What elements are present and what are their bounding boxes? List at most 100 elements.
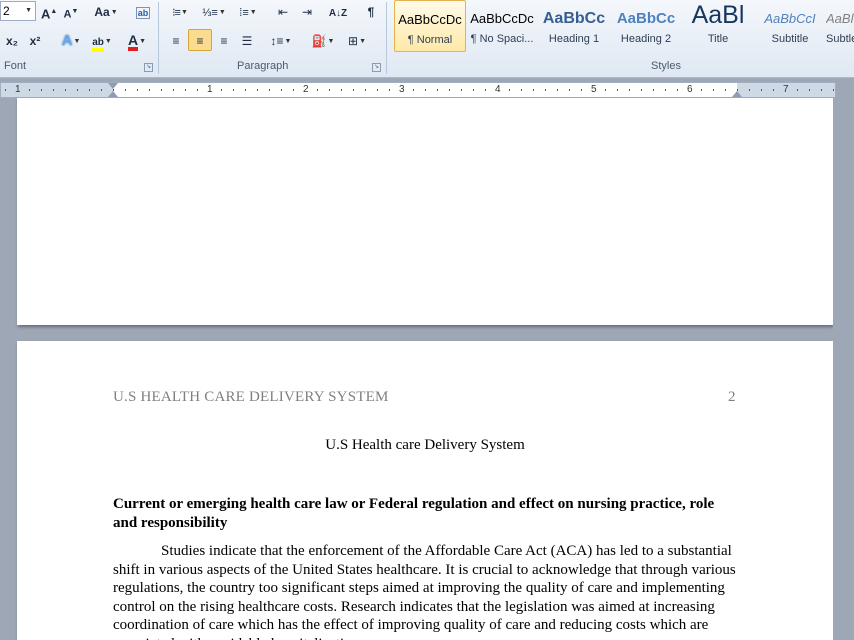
grow-font-button[interactable]: A▲ — [40, 0, 58, 22]
style-title[interactable]: AaBl Title — [682, 0, 754, 52]
section-heading: Current or emerging health care law or F… — [113, 496, 715, 531]
ruler-tick — [461, 89, 462, 91]
subscript-button[interactable]: x₂ — [2, 29, 22, 51]
ruler-number: 5 — [591, 84, 597, 95]
ruler-tick — [29, 89, 30, 91]
align-right-button[interactable]: ≡ — [213, 29, 235, 51]
ruler-tick — [101, 89, 102, 91]
ruler-number: 3 — [399, 84, 405, 95]
justify-icon: ☰ — [241, 34, 253, 48]
line-spacing-button[interactable]: ↕≡▼ — [266, 29, 296, 51]
style-sample: AaBbCc — [542, 10, 606, 27]
ruler-tick — [77, 89, 78, 91]
ruler-tick — [329, 89, 330, 91]
shading-button[interactable]: ⛽▼ — [308, 29, 338, 51]
page-number: 2 — [728, 389, 736, 405]
paint-bucket-icon: ⛽ — [311, 34, 327, 48]
ruler-tick — [377, 89, 378, 91]
highlight-button[interactable]: ab▼ — [88, 29, 116, 52]
font-color-button[interactable]: A▼ — [122, 29, 152, 51]
ruler-tick — [413, 89, 414, 91]
clear-formatting-button[interactable]: ab — [132, 0, 154, 22]
multilevel-list-icon: ⁞≡ — [239, 7, 249, 19]
style-sample: AaBl — [826, 11, 854, 26]
ruler-tick — [629, 89, 630, 91]
font-dialog-launcher-icon[interactable]: ↘ — [144, 63, 153, 72]
ruler-tick — [701, 89, 702, 91]
style-sample: AaBl — [691, 2, 745, 29]
style-sample: AaBbCcI — [764, 11, 816, 26]
superscript-icon: x² — [29, 34, 41, 48]
ruler-number: 1 — [15, 84, 21, 95]
ruler-number: 7 — [783, 84, 789, 95]
style-subtle[interactable]: AaBl Subtle — [826, 0, 854, 52]
align-right-icon: ≡ — [220, 34, 228, 48]
ruler-tick — [725, 89, 726, 91]
ruler-tick — [293, 89, 294, 91]
ruler-tick — [665, 89, 666, 91]
ruler-tick — [53, 89, 54, 91]
ruler-number: 2 — [303, 84, 309, 95]
clear-formatting-icon: ab — [135, 7, 151, 19]
page-1[interactable] — [17, 98, 833, 325]
show-formatting-marks-button[interactable]: ¶ — [360, 0, 382, 22]
text-effects-button[interactable]: A▼ — [58, 29, 84, 51]
text-effects-icon: A — [61, 32, 73, 49]
superscript-button[interactable]: x² — [25, 29, 45, 51]
numbering-button[interactable]: ⅓≡▼ — [199, 0, 229, 22]
style-no-spacing[interactable]: AaBbCcDc ¶ No Spaci... — [466, 0, 538, 52]
horizontal-ruler[interactable]: 1 1 2 3 4 5 6 7 — [0, 82, 836, 98]
first-line-indent-marker[interactable] — [108, 83, 118, 89]
ruler-tick — [89, 89, 90, 91]
subscript-icon: x₂ — [5, 34, 18, 48]
ruler-tick — [365, 89, 366, 91]
ruler-tick — [197, 89, 198, 91]
style-heading-1[interactable]: AaBbCc Heading 1 — [538, 0, 610, 52]
borders-button[interactable]: ⊞▼ — [342, 29, 372, 51]
increase-indent-button[interactable]: ⇥ — [297, 0, 317, 22]
ruler-tick — [425, 89, 426, 91]
ruler-number: 1 — [207, 84, 213, 95]
right-indent-marker[interactable] — [732, 91, 742, 97]
page-2[interactable]: U.S HEALTH CARE DELIVERY SYSTEM 2 U.S He… — [17, 341, 833, 640]
paragraph-dialog-launcher-icon[interactable]: ↘ — [372, 63, 381, 72]
font-size-input[interactable]: 2 ▼ — [0, 1, 36, 21]
sort-icon: A↓Z — [328, 8, 348, 19]
style-normal[interactable]: AaBbCcDc ¶ Normal — [394, 0, 466, 52]
shrink-font-icon: A — [63, 8, 72, 21]
running-header: U.S HEALTH CARE DELIVERY SYSTEM — [113, 389, 389, 405]
ruler-tick — [65, 89, 66, 91]
hanging-indent-marker[interactable] — [108, 91, 118, 97]
chevron-down-icon[interactable]: ▼ — [25, 2, 32, 20]
ruler-tick — [797, 89, 798, 91]
increase-indent-icon: ⇥ — [301, 5, 313, 19]
ruler-tick — [281, 89, 282, 91]
shrink-font-button[interactable]: A▼ — [62, 0, 80, 22]
ruler-tick — [125, 89, 126, 91]
ruler-tick — [713, 89, 714, 91]
align-center-icon: ≡ — [196, 34, 204, 48]
sort-button[interactable]: A↓Z — [327, 0, 349, 22]
style-name: Heading 2 — [620, 33, 672, 45]
ruler-number: 6 — [687, 84, 693, 95]
ribbon: 2 ▼ A▲ A▼ Aa▼ ab x₂ x² A▼ ab▼ A▼ Font ↘ … — [0, 0, 854, 78]
align-center-button[interactable]: ≡ — [188, 29, 212, 51]
style-subtitle[interactable]: AaBbCcI Subtitle — [754, 0, 826, 52]
align-left-icon: ≡ — [172, 34, 180, 48]
bullets-button[interactable]: ⁝≡▼ — [166, 0, 194, 22]
pilcrow-icon: ¶ — [367, 5, 375, 19]
style-sample: AaBbCcDc — [398, 12, 462, 27]
style-name: Title — [707, 33, 729, 45]
numbering-icon: ⅓≡ — [202, 7, 218, 19]
ruler-tick — [137, 89, 138, 91]
ruler-tick — [773, 89, 774, 91]
styles-gallery: AaBbCcDc ¶ Normal AaBbCcDc ¶ No Spaci...… — [392, 0, 854, 54]
multilevel-list-button[interactable]: ⁞≡▼ — [233, 0, 263, 22]
justify-button[interactable]: ☰ — [236, 29, 258, 51]
change-case-button[interactable]: Aa▼ — [92, 0, 120, 22]
ruler-tick — [185, 89, 186, 91]
decrease-indent-button[interactable]: ⇤ — [273, 0, 293, 22]
style-heading-2[interactable]: AaBbCc Heading 2 — [610, 0, 682, 52]
highlight-icon: ab — [92, 37, 104, 52]
align-left-button[interactable]: ≡ — [165, 29, 187, 51]
